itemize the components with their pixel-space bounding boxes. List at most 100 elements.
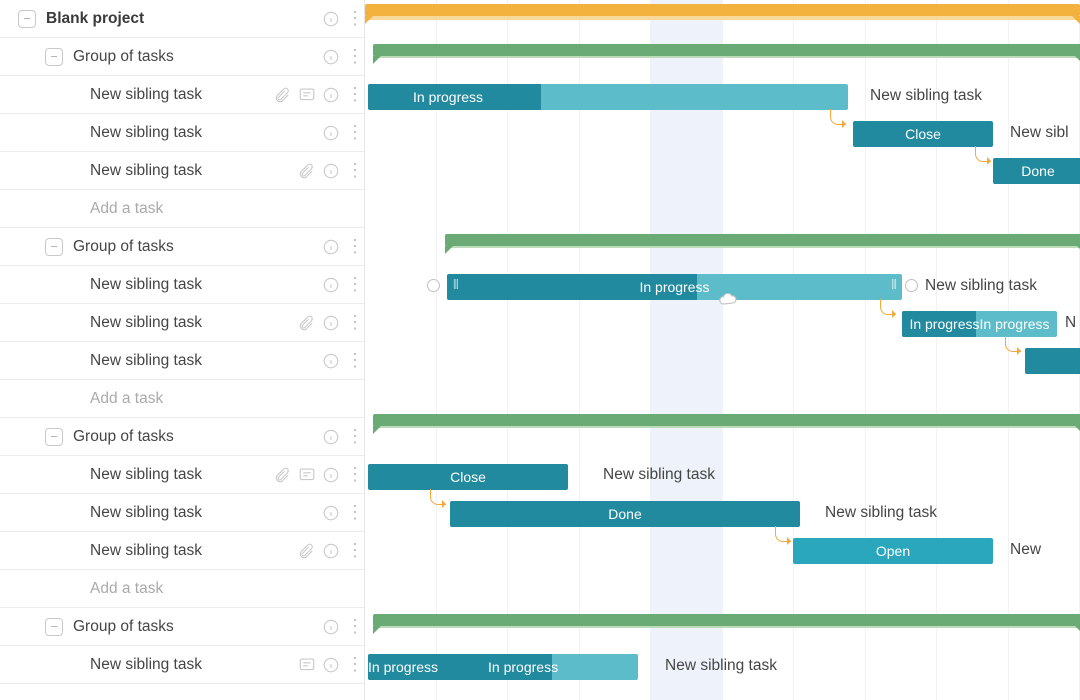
collapse-toggle[interactable]: −	[18, 10, 36, 28]
task-label[interactable]: New sibling task	[90, 276, 322, 294]
task-label[interactable]: New sibling task	[90, 124, 322, 142]
row-menu-icon[interactable]: ⋮	[346, 616, 364, 637]
attachment-icon[interactable]	[298, 542, 316, 560]
task-bar[interactable]: In progressIn progress	[902, 311, 1057, 337]
group-label[interactable]: Group of tasks	[73, 48, 322, 66]
row-menu-icon[interactable]: ⋮	[346, 160, 364, 181]
resize-grip-icon[interactable]: ⦀	[453, 277, 458, 293]
drag-handle[interactable]	[905, 279, 918, 292]
add-label[interactable]: Add a task	[90, 200, 346, 218]
group-row[interactable]: −Group of tasks ⋮	[0, 38, 364, 76]
task-label[interactable]: New sibling task	[90, 314, 298, 332]
collapse-toggle[interactable]: −	[45, 428, 63, 446]
row-menu-icon[interactable]: ⋮	[346, 84, 364, 105]
task-label[interactable]: New sibling task	[90, 466, 274, 484]
attachment-icon[interactable]	[298, 162, 316, 180]
info-icon[interactable]	[322, 618, 340, 636]
task-label[interactable]: New sibling task	[90, 542, 298, 560]
row-menu-icon[interactable]: ⋮	[346, 274, 364, 295]
add-label[interactable]: Add a task	[90, 390, 346, 408]
info-icon[interactable]	[322, 656, 340, 674]
project-row[interactable]: −Blank project ⋮	[0, 0, 364, 38]
group-label[interactable]: Group of tasks	[73, 238, 322, 256]
task-label[interactable]: New sibling task	[90, 504, 322, 522]
collapse-toggle[interactable]: −	[45, 48, 63, 66]
task-bar[interactable]: Close	[368, 464, 568, 490]
row-menu-icon[interactable]: ⋮	[346, 46, 364, 67]
task-row[interactable]: New sibling task ⋮	[0, 532, 364, 570]
collapse-toggle[interactable]: −	[45, 618, 63, 636]
task-row[interactable]: New sibling task ⋮	[0, 114, 364, 152]
task-bar[interactable]: Close	[853, 121, 993, 147]
resize-grip-icon[interactable]: ⦀	[891, 277, 896, 293]
attachment-icon[interactable]	[274, 86, 292, 104]
task-row[interactable]: New sibling task ⋮	[0, 152, 364, 190]
add-task-row[interactable]: Add a task⋮	[0, 380, 364, 418]
group-summary-bar[interactable]	[373, 614, 1080, 626]
row-menu-icon[interactable]: ⋮	[346, 350, 364, 371]
project-label[interactable]: Blank project	[46, 10, 322, 28]
task-row[interactable]: New sibling task ⋮	[0, 266, 364, 304]
comment-icon[interactable]	[298, 656, 316, 674]
row-menu-icon[interactable]: ⋮	[346, 502, 364, 523]
group-summary-bar[interactable]	[373, 414, 1080, 426]
attachment-icon[interactable]	[298, 314, 316, 332]
row-menu-icon[interactable]: ⋮	[346, 540, 364, 561]
task-bar[interactable]: Done	[993, 158, 1080, 184]
info-icon[interactable]	[322, 86, 340, 104]
row-menu-icon[interactable]: ⋮	[346, 236, 364, 257]
row-menu-icon[interactable]: ⋮	[346, 464, 364, 485]
collapse-toggle[interactable]: −	[45, 238, 63, 256]
add-task-row[interactable]: Add a task⋮	[0, 570, 364, 608]
gantt-chart[interactable]: In progressNew sibling taskCloseNew sibl…	[365, 0, 1080, 700]
group-label[interactable]: Group of tasks	[73, 428, 322, 446]
info-icon[interactable]	[322, 162, 340, 180]
comment-icon[interactable]	[298, 466, 316, 484]
row-menu-icon[interactable]: ⋮	[346, 8, 364, 29]
task-bar[interactable]	[1025, 348, 1080, 374]
info-icon[interactable]	[322, 504, 340, 522]
task-row[interactable]: New sibling task ⋮	[0, 304, 364, 342]
info-icon[interactable]	[322, 314, 340, 332]
task-bar[interactable]: Open	[793, 538, 993, 564]
info-icon[interactable]	[322, 238, 340, 256]
info-icon[interactable]	[322, 466, 340, 484]
row-menu-icon[interactable]: ⋮	[346, 122, 364, 143]
add-label[interactable]: Add a task	[90, 580, 346, 598]
task-bar[interactable]: In progressIn progress	[368, 654, 638, 680]
task-label[interactable]: New sibling task	[90, 656, 298, 674]
task-bar[interactable]: Done	[450, 501, 800, 527]
project-summary-bar[interactable]	[365, 4, 1080, 16]
info-icon[interactable]	[322, 276, 340, 294]
group-summary-bar[interactable]	[445, 234, 1080, 246]
task-row[interactable]: New sibling task ⋮	[0, 456, 364, 494]
row-menu-icon[interactable]: ⋮	[346, 426, 364, 447]
row-menu-icon[interactable]: ⋮	[346, 312, 364, 333]
info-icon[interactable]	[322, 124, 340, 142]
info-icon[interactable]	[322, 352, 340, 370]
comment-icon[interactable]	[298, 86, 316, 104]
task-bar[interactable]: In progress⦀⦀	[447, 274, 902, 300]
info-icon[interactable]	[322, 542, 340, 560]
add-task-row[interactable]: Add a task⋮	[0, 190, 364, 228]
task-label[interactable]: New sibling task	[90, 162, 298, 180]
drag-handle[interactable]	[427, 279, 440, 292]
task-bar[interactable]: In progress	[368, 84, 848, 110]
task-row[interactable]: New sibling task ⋮	[0, 342, 364, 380]
task-label[interactable]: New sibling task	[90, 86, 274, 104]
attachment-icon[interactable]	[274, 466, 292, 484]
group-row[interactable]: −Group of tasks ⋮	[0, 608, 364, 646]
task-row[interactable]: New sibling task ⋮	[0, 646, 364, 684]
dependency-connector	[880, 299, 896, 315]
group-summary-bar[interactable]	[373, 44, 1080, 56]
group-row[interactable]: −Group of tasks ⋮	[0, 228, 364, 266]
task-row[interactable]: New sibling task ⋮	[0, 494, 364, 532]
task-row[interactable]: New sibling task ⋮	[0, 76, 364, 114]
row-menu-icon[interactable]: ⋮	[346, 654, 364, 675]
info-icon[interactable]	[322, 48, 340, 66]
info-icon[interactable]	[322, 10, 340, 28]
group-row[interactable]: −Group of tasks ⋮	[0, 418, 364, 456]
group-label[interactable]: Group of tasks	[73, 618, 322, 636]
info-icon[interactable]	[322, 428, 340, 446]
task-label[interactable]: New sibling task	[90, 352, 322, 370]
